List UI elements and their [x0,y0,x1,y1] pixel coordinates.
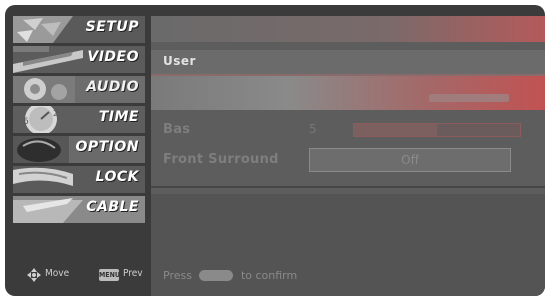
menu-item-label: CABLE [86,199,139,215]
audio-settings-panel: User Bas 5 Front Surround Off Press to c… [151,16,545,296]
tv-osd-screen: SETUP VIDEO AUDIO 6 2 TIME OPTION LOCK C… [0,0,550,300]
menu-item-cable[interactable]: CABLE [13,196,145,223]
menu-item-audio[interactable]: AUDIO [13,76,145,103]
osd-window: SETUP VIDEO AUDIO 6 2 TIME OPTION LOCK C… [5,5,545,296]
ok-button-icon [199,270,234,281]
front-surround-row[interactable]: Front Surround Off [163,148,533,172]
bass-row[interactable]: Bas 5 [163,118,533,142]
main-menu: SETUP VIDEO AUDIO 6 2 TIME OPTION LOCK C… [13,16,145,296]
bass-slider-fill [354,124,437,136]
menu-item-time[interactable]: 6 2 TIME [13,106,145,133]
menu-item-label: AUDIO [86,79,139,95]
confirm-hint-after: to confirm [240,269,298,282]
prev-hint-label: Prev [123,268,143,279]
menu-footer: Move MENU Prev [27,266,151,284]
highlight-band [151,76,545,110]
bass-value: 5 [309,122,317,136]
svg-text:6: 6 [23,117,29,127]
confirm-hint: Press to confirm [163,269,297,282]
panel-divider [151,186,545,188]
sound-mode-title: User [163,54,196,68]
sound-mode-row[interactable]: User [151,50,545,76]
menu-button-icon: MENU [99,269,120,281]
menu-item-label: VIDEO [87,49,139,65]
panel-header-bar [151,16,545,42]
menu-item-label: SETUP [85,19,139,35]
menu-item-setup[interactable]: SETUP [13,16,145,43]
move-arrows-icon [27,268,41,282]
menu-item-label: OPTION [75,139,139,155]
bass-slider[interactable] [353,123,521,137]
move-hint-label: Move [45,268,70,279]
svg-text:2: 2 [53,109,58,118]
bass-label: Bas [163,122,191,137]
confirm-hint-before: Press [163,269,192,282]
panel-lower-area: Press to confirm [151,194,545,296]
front-surround-value: Off [401,153,419,167]
front-surround-select[interactable]: Off [309,148,511,172]
menu-item-label: TIME [98,109,139,125]
band-indicator [429,94,509,102]
menu-item-video[interactable]: VIDEO [13,46,145,73]
menu-item-lock[interactable]: LOCK [13,166,145,193]
front-surround-label: Front Surround [163,152,279,167]
menu-item-option[interactable]: OPTION [13,136,145,163]
menu-item-label: LOCK [95,169,139,185]
